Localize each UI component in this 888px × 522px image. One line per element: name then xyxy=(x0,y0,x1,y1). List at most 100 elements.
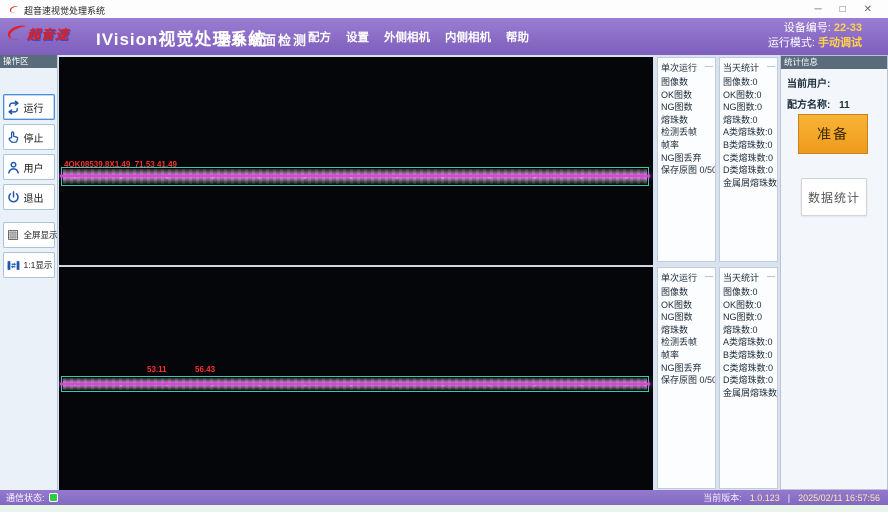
stat-row: 图像数 xyxy=(658,286,715,299)
exit-button[interactable]: 退出 xyxy=(3,184,55,210)
info-panel-title: 统计信息 xyxy=(781,56,887,69)
stat-row: OK图数 xyxy=(658,89,715,102)
outer-camera-view[interactable]: 4OK08539.8X1.49 71.53 41.49 xyxy=(59,57,653,265)
fullscreen-button[interactable]: 全屏显示 xyxy=(3,222,55,248)
single-run-panel-bottom: 单次运行 图像数 OK图数 NG图数 熔珠数 检测丢帧 帧率 NG图丢弃 保存原… xyxy=(657,267,716,489)
close-button[interactable]: ✕ xyxy=(864,3,872,17)
run-button-label: 运行 xyxy=(24,100,44,115)
roi-box xyxy=(61,376,649,392)
run-mode-label: 运行模式: xyxy=(768,37,815,49)
sidebar-title: 操作区 xyxy=(0,55,57,68)
stat-row: 保存原图 0/500 xyxy=(658,164,715,177)
laser-line xyxy=(60,175,650,177)
recipe-name-label: 配方名称: xyxy=(787,100,830,111)
app-logo-icon xyxy=(8,4,20,15)
inner-camera-view[interactable]: 53.11 56.43 xyxy=(59,267,653,490)
maximize-button[interactable]: □ xyxy=(840,3,846,17)
stat-row: OK图数:0 xyxy=(720,89,777,102)
panel-title: 当天统计 xyxy=(720,270,777,286)
comm-status-indicator xyxy=(49,493,58,502)
panel-title: 单次运行 xyxy=(658,60,715,76)
menu-outer-camera[interactable]: 外侧相机 xyxy=(384,29,430,45)
minimize-button[interactable]: ─ xyxy=(814,3,821,17)
stat-row: NG图数:0 xyxy=(720,101,777,114)
menu-settings[interactable]: 设置 xyxy=(346,29,369,45)
stat-row: 图像数 xyxy=(658,76,715,89)
window-edge xyxy=(0,505,888,512)
stat-row: NG图丢弃 xyxy=(658,152,715,165)
stat-row: D类熔珠数:0 xyxy=(720,374,777,387)
stop-hand-icon xyxy=(6,130,21,145)
stat-row: A类熔珠数:0 xyxy=(720,336,777,349)
fullscreen-button-label: 全屏显示 xyxy=(24,229,58,241)
stat-row: 熔珠数 xyxy=(658,114,715,127)
panel-title: 单次运行 xyxy=(658,270,715,286)
stop-button[interactable]: 停止 xyxy=(3,124,55,150)
one-to-one-button-label: 1:1显示 xyxy=(24,259,53,271)
stat-row: OK图数:0 xyxy=(720,299,777,312)
one-to-one-icon xyxy=(6,258,21,273)
user-button[interactable]: 用户 xyxy=(3,154,55,180)
status-separator: | xyxy=(788,493,790,503)
datetime-value: 2025/02/11 16:57:56 xyxy=(798,493,880,503)
menu-help[interactable]: 帮助 xyxy=(506,29,529,45)
page-subtitle: 熔珠端面检测 xyxy=(218,30,308,49)
stat-row: 保存原图 0/500 xyxy=(658,374,715,387)
stat-row: 熔珠数:0 xyxy=(720,324,777,337)
measurement-annotation: 56.43 xyxy=(195,365,215,374)
brand-logo: 超音速 xyxy=(5,23,69,43)
comm-status-label: 通信状态: xyxy=(6,491,45,504)
stat-row: NG图数:0 xyxy=(720,311,777,324)
version-label: 当前版本: xyxy=(703,491,742,504)
operation-sidebar: 操作区 运行 停止 用户 xyxy=(0,55,58,490)
power-icon xyxy=(6,190,21,205)
stat-row: C类熔珠数:0 xyxy=(720,152,777,165)
fullscreen-icon xyxy=(6,228,21,243)
stat-row: C类熔珠数:0 xyxy=(720,362,777,375)
window-title: 超音速视觉处理系统 xyxy=(24,4,105,17)
ready-button[interactable]: 准备 xyxy=(798,114,868,154)
stat-row: NG图数 xyxy=(658,311,715,324)
stat-row: D类熔珠数:0 xyxy=(720,164,777,177)
stat-row: 图像数:0 xyxy=(720,286,777,299)
panel-title: 当天统计 xyxy=(720,60,777,76)
current-user-label: 当前用户: xyxy=(787,79,830,90)
stat-row: 熔珠数:0 xyxy=(720,114,777,127)
recipe-name-value: 11 xyxy=(839,100,850,111)
roi-box xyxy=(61,167,649,186)
run-button[interactable]: 运行 xyxy=(3,94,55,120)
statistics-info-panel: 统计信息 当前用户: 配方名称: 11 准备 数据统计 xyxy=(780,55,888,490)
user-button-label: 用户 xyxy=(24,160,44,175)
stat-row: 帧率 xyxy=(658,139,715,152)
app-header: 超音速 IVision视觉处理系统 熔珠端面检测 配方 设置 外侧相机 内侧相机… xyxy=(0,18,888,55)
device-number-value: 22-33 xyxy=(834,22,862,34)
stat-row: A类熔珠数:0 xyxy=(720,126,777,139)
stat-row: OK图数 xyxy=(658,299,715,312)
device-info: 设备编号: 22-33 运行模式: 手动调试 xyxy=(768,21,862,51)
stat-row: 图像数:0 xyxy=(720,76,777,89)
brand-text: 超音速 xyxy=(27,24,69,43)
exit-button-label: 退出 xyxy=(24,190,44,205)
stat-row: NG图丢弃 xyxy=(658,362,715,375)
single-run-panel-top: 单次运行 图像数 OK图数 NG图数 熔珠数 检测丢帧 帧率 NG图丢弃 保存原… xyxy=(657,57,716,262)
today-stats-panel-bottom: 当天统计 图像数:0 OK图数:0 NG图数:0 熔珠数:0 A类熔珠数:0 B… xyxy=(719,267,778,489)
user-icon xyxy=(6,160,21,175)
stat-row: NG图数 xyxy=(658,101,715,114)
stop-button-label: 停止 xyxy=(24,130,44,145)
main-menu: 配方 设置 外侧相机 内侧相机 帮助 xyxy=(308,18,529,55)
one-to-one-button[interactable]: 1:1显示 xyxy=(3,252,55,278)
version-value: 1.0.123 xyxy=(750,493,780,503)
laser-line xyxy=(60,383,650,385)
stat-row: 熔珠数 xyxy=(658,324,715,337)
brand-swoosh-icon xyxy=(5,23,29,43)
stat-row: 金属屑熔珠数:0 xyxy=(720,387,777,400)
status-bar: 通信状态: 当前版本: 1.0.123 | 2025/02/11 16:57:5… xyxy=(0,490,888,505)
os-titlebar: 超音速视觉处理系统 ─ □ ✕ xyxy=(0,0,888,18)
device-number-label: 设备编号: xyxy=(784,22,831,34)
stat-row: 检测丢帧 xyxy=(658,126,715,139)
menu-recipe[interactable]: 配方 xyxy=(308,29,331,45)
data-statistics-button[interactable]: 数据统计 xyxy=(801,178,867,216)
stat-row: B类熔珠数:0 xyxy=(720,349,777,362)
stat-row: B类熔珠数:0 xyxy=(720,139,777,152)
menu-inner-camera[interactable]: 内侧相机 xyxy=(445,29,491,45)
